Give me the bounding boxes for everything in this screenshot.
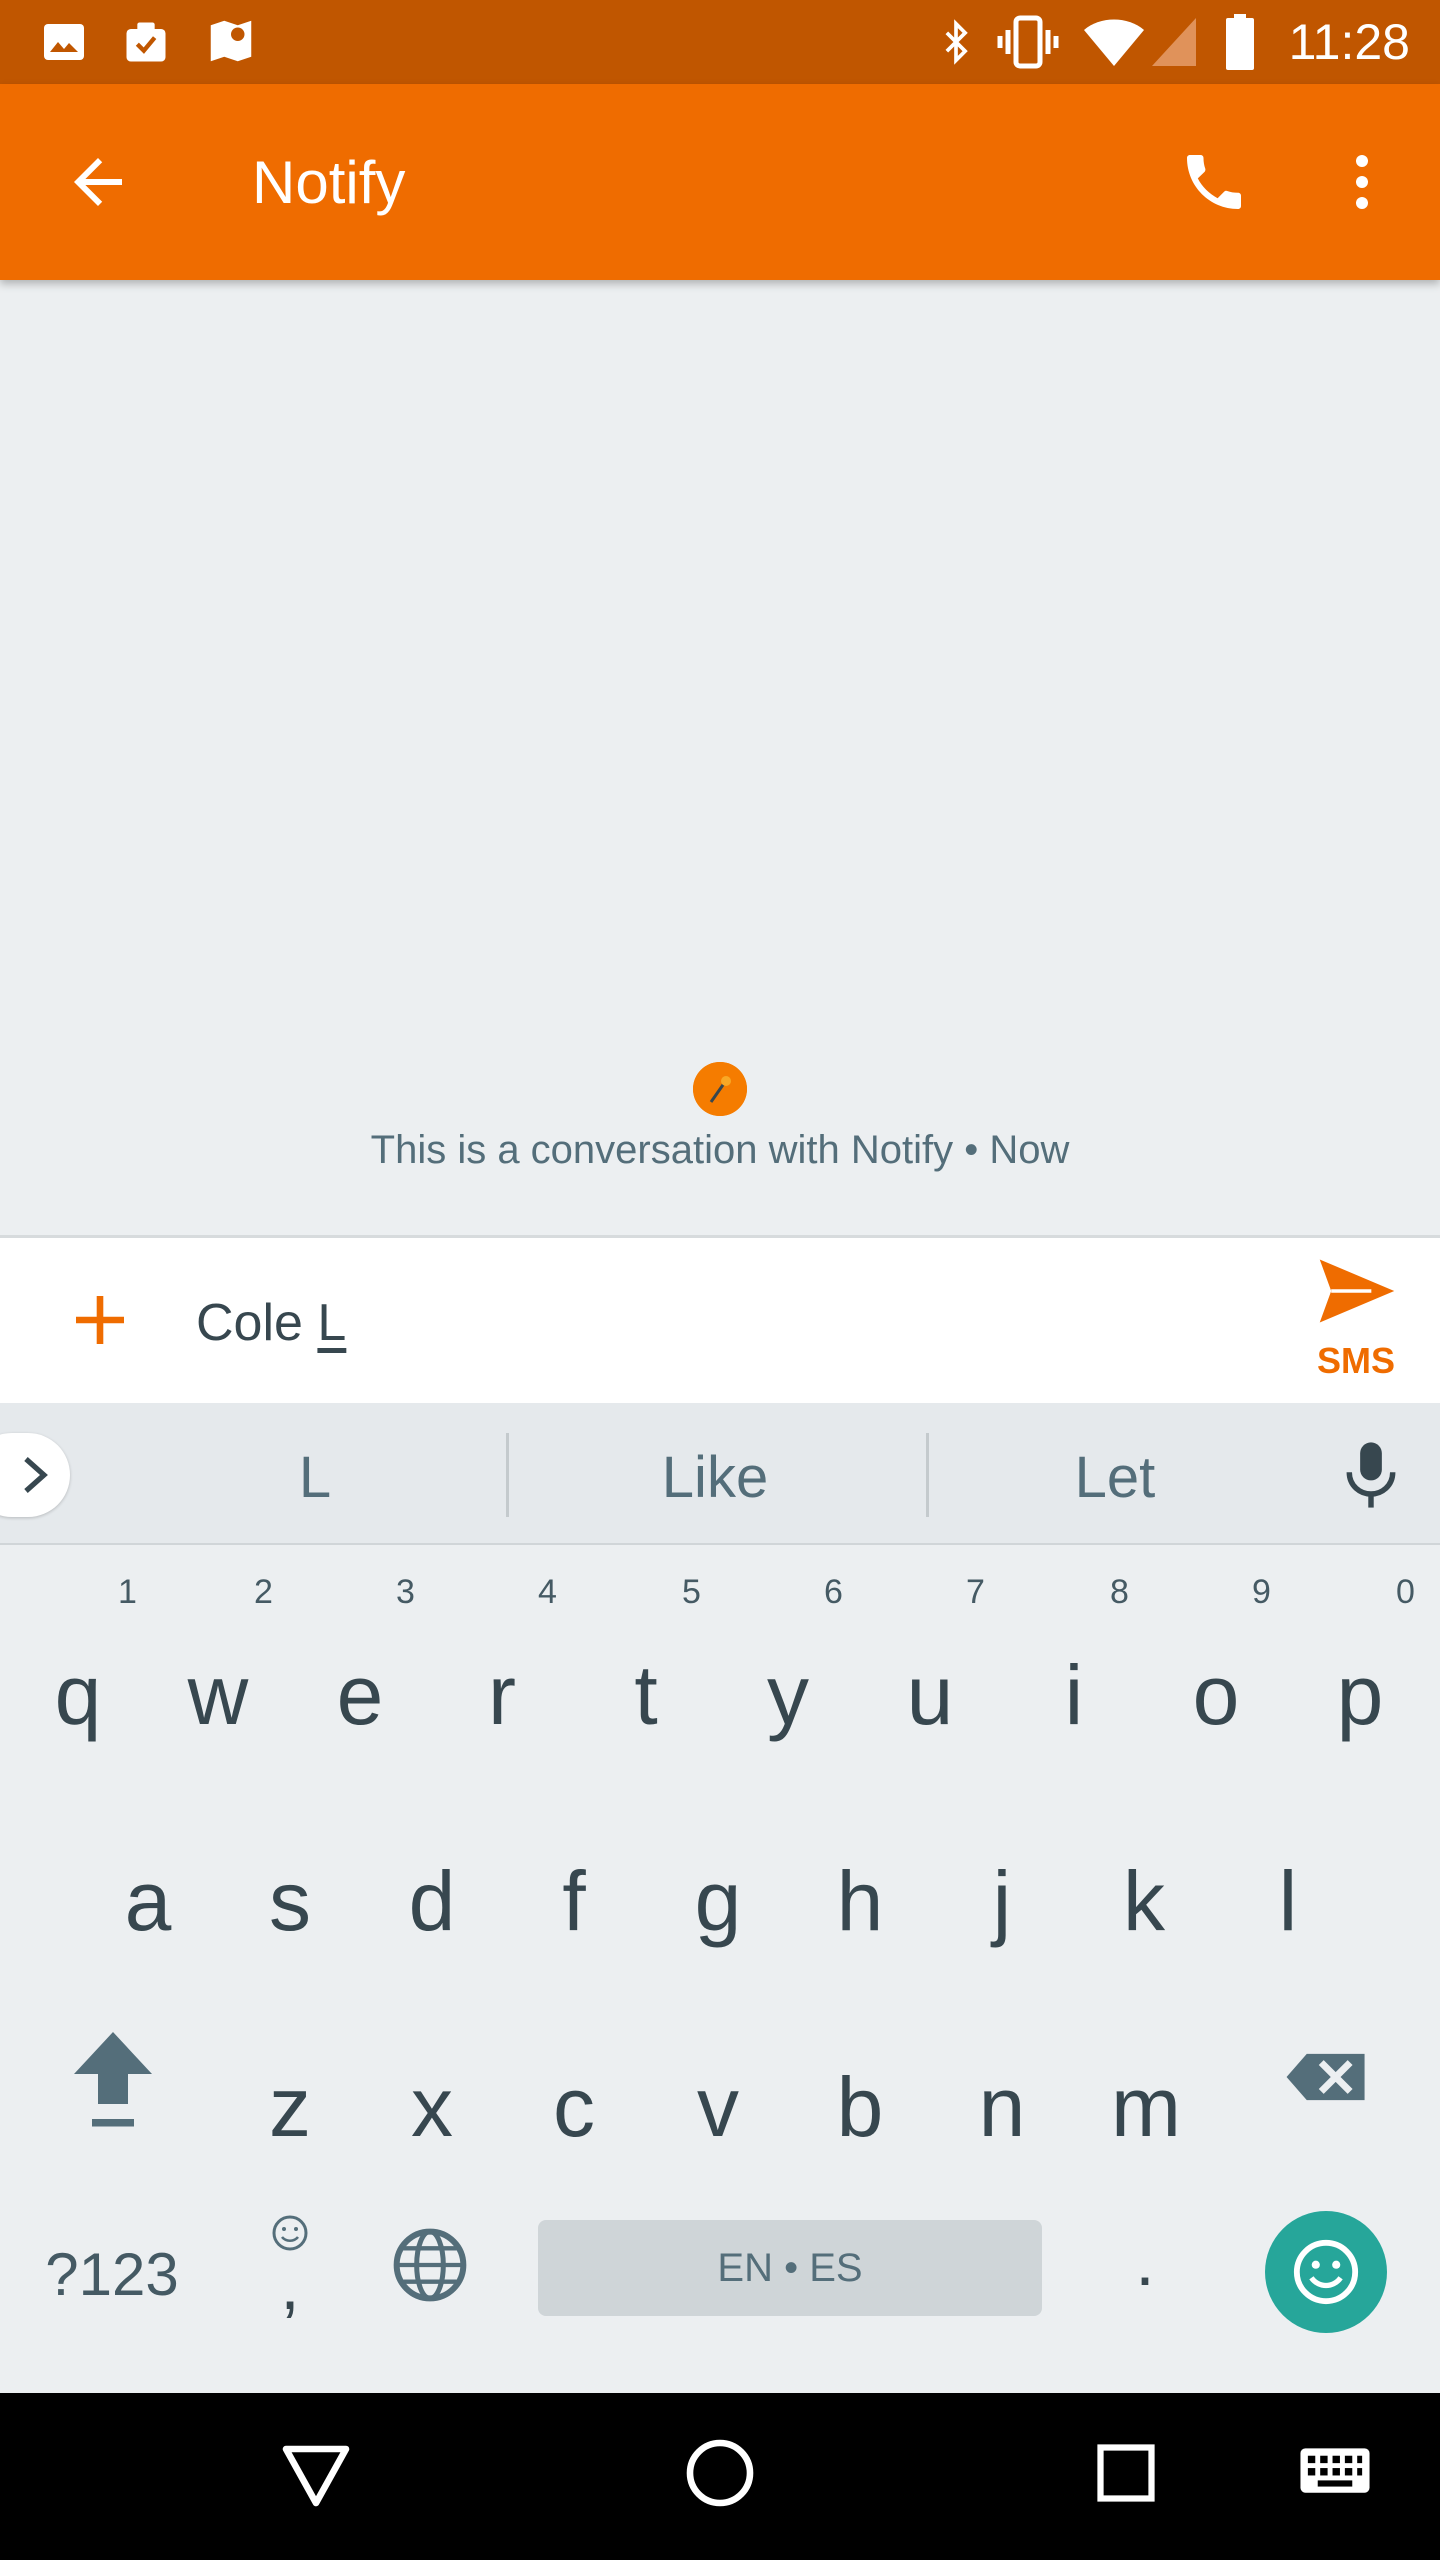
- key-hint: 4: [538, 1573, 557, 1611]
- wifi-icon: [1084, 19, 1144, 66]
- suggestion-divider: [926, 1433, 929, 1517]
- key-a[interactable]: a: [88, 1851, 208, 1951]
- suggestion-strip: L Like Let: [0, 1403, 1440, 1545]
- phone-icon[interactable]: [1178, 146, 1250, 218]
- smiley-icon: [1293, 2239, 1359, 2305]
- key-q[interactable]: q: [18, 1645, 138, 1745]
- suggestion-1[interactable]: L: [200, 1443, 430, 1513]
- conversation-info: This is a conversation with Notify • Now: [370, 1128, 1070, 1172]
- key-r[interactable]: r: [442, 1645, 562, 1745]
- key-x[interactable]: x: [372, 2057, 492, 2157]
- status-time: 11:28: [1288, 14, 1410, 70]
- key-hint: 8: [1110, 1573, 1129, 1611]
- shift-icon[interactable]: [68, 2025, 158, 2135]
- task-icon: [126, 22, 166, 62]
- battery-icon: [1226, 14, 1254, 70]
- key-hint: 9: [1252, 1573, 1271, 1611]
- image-icon: [44, 24, 84, 60]
- key-m[interactable]: m: [1086, 2057, 1206, 2157]
- send-sms-label[interactable]: SMS: [1306, 1340, 1406, 1382]
- vibrate-icon: [997, 15, 1059, 69]
- backspace-icon[interactable]: [1280, 2025, 1374, 2129]
- key-l[interactable]: l: [1228, 1851, 1348, 1951]
- key-hint: 5: [682, 1573, 701, 1611]
- collapse-button[interactable]: [0, 1433, 70, 1517]
- key-s[interactable]: s: [230, 1851, 350, 1951]
- suggestion-3[interactable]: Let: [1000, 1443, 1230, 1513]
- key-z[interactable]: z: [230, 2057, 350, 2157]
- comma-key[interactable]: ,: [250, 2235, 330, 2335]
- key-o[interactable]: o: [1156, 1645, 1276, 1745]
- key-v[interactable]: v: [658, 2057, 778, 2157]
- key-hint: 0: [1396, 1573, 1415, 1611]
- key-hint: 7: [966, 1573, 985, 1611]
- message-text: Cole: [196, 1294, 318, 1352]
- key-u[interactable]: u: [870, 1645, 990, 1745]
- composing-word: L: [317, 1294, 347, 1352]
- suggestion-divider: [506, 1433, 509, 1517]
- key-c[interactable]: c: [514, 2057, 634, 2157]
- add-attachment-icon[interactable]: [64, 1284, 136, 1356]
- navigation-bar: [0, 2393, 1440, 2560]
- emoji-button[interactable]: [1265, 2211, 1387, 2333]
- more-vert-icon[interactable]: [1326, 146, 1398, 218]
- key-hint: 3: [396, 1573, 415, 1611]
- key-y[interactable]: y: [728, 1645, 848, 1745]
- app-bar: Notify: [0, 84, 1440, 280]
- key-t[interactable]: t: [586, 1645, 706, 1745]
- key-i[interactable]: i: [1014, 1645, 1134, 1745]
- key-f[interactable]: f: [514, 1851, 634, 1951]
- arrow-left-icon[interactable]: [62, 146, 134, 218]
- compose-bar: Cole L SMS: [0, 1235, 1440, 1406]
- globe-icon[interactable]: [390, 2225, 470, 2305]
- map-icon: [210, 20, 252, 62]
- space-key[interactable]: EN • ES: [538, 2220, 1042, 2316]
- key-h[interactable]: h: [800, 1851, 920, 1951]
- key-w[interactable]: w: [158, 1645, 278, 1745]
- bluetooth-icon: [945, 19, 968, 65]
- key-p[interactable]: p: [1300, 1645, 1420, 1745]
- status-bar: 11:28: [0, 0, 1440, 84]
- key-n[interactable]: n: [942, 2057, 1062, 2157]
- send-icon[interactable]: [1314, 1248, 1400, 1334]
- key-d[interactable]: d: [372, 1851, 492, 1951]
- key-j[interactable]: j: [942, 1851, 1062, 1951]
- page-title: Notify: [252, 149, 406, 216]
- key-g[interactable]: g: [658, 1851, 778, 1951]
- home-circle-icon[interactable]: [684, 2437, 756, 2509]
- key-k[interactable]: k: [1084, 1851, 1204, 1951]
- symbols-key[interactable]: ?123: [22, 2225, 202, 2325]
- keyboard: q 1 w 2 e 3 r 4 t 5 y 6 u 7 i 8 o 9 p 0 …: [0, 1545, 1440, 2393]
- suggestion-2[interactable]: Like: [600, 1443, 830, 1513]
- key-e[interactable]: e: [300, 1645, 420, 1745]
- signal-icon: [1152, 18, 1196, 66]
- recents-square-icon[interactable]: [1092, 2439, 1160, 2507]
- key-hint: 6: [824, 1573, 843, 1611]
- message-input[interactable]: Cole L: [196, 1290, 346, 1356]
- key-hint: 1: [118, 1573, 137, 1611]
- key-hint: 2: [254, 1573, 273, 1611]
- microphone-icon[interactable]: [1338, 1437, 1404, 1513]
- period-key[interactable]: .: [1100, 2211, 1190, 2311]
- keyboard-icon[interactable]: [1298, 2443, 1372, 2503]
- back-triangle-icon[interactable]: [280, 2443, 352, 2509]
- notify-avatar-icon: [693, 1062, 747, 1116]
- key-b[interactable]: b: [800, 2057, 920, 2157]
